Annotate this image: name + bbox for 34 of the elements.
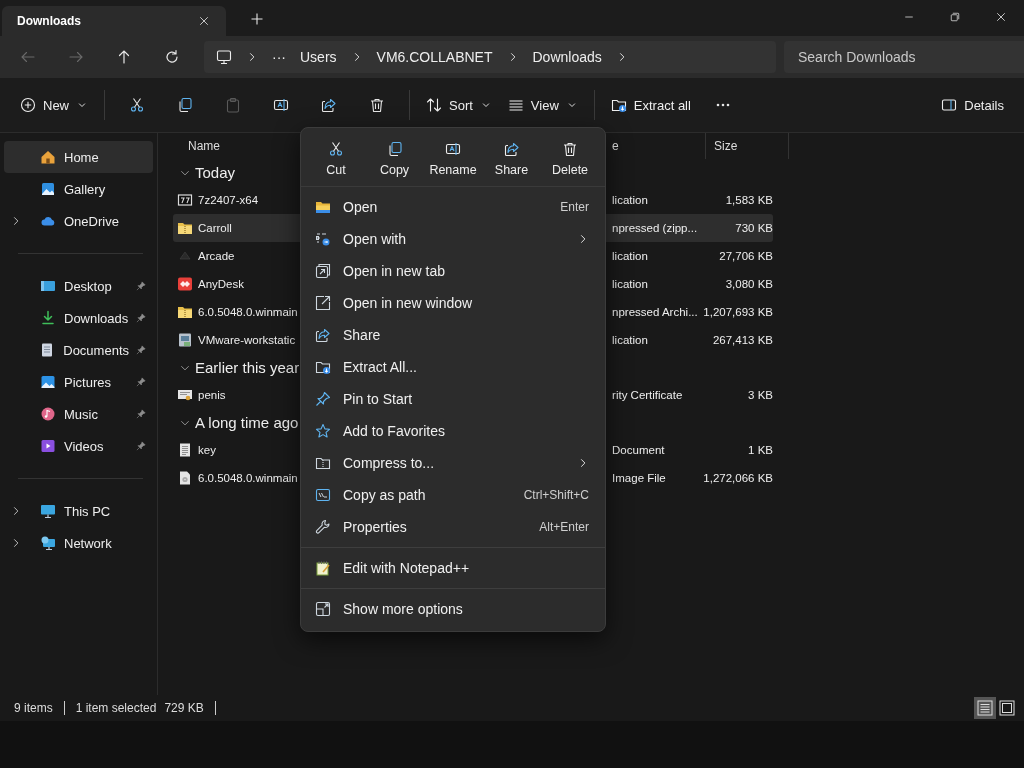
file-name: Carroll — [198, 222, 233, 234]
selection-size: 729 KB — [164, 701, 205, 715]
file-type: lication — [612, 250, 649, 262]
file-type: npressed (zipp... — [612, 222, 699, 234]
file-size: 1,583 KB — [724, 194, 773, 206]
file-type: rity Certificate — [612, 389, 684, 401]
file-type: lication — [612, 334, 649, 346]
item-count: 9 items — [14, 701, 54, 715]
file-type: Image File — [612, 472, 667, 484]
tab-title: Downloads — [17, 14, 82, 28]
file-type: npressed Archi... — [612, 306, 699, 318]
file-name: penis — [198, 389, 227, 401]
file-name: Arcade — [198, 250, 236, 262]
file-name: AnyDesk — [198, 278, 246, 290]
shortcut-label: Ctrl+Shift+C — [523, 488, 589, 502]
file-type: lication — [612, 194, 649, 206]
file-size: 27,706 KB — [718, 250, 773, 262]
file-size: 1,207,693 KB — [702, 306, 773, 318]
file-type: lication — [612, 278, 649, 290]
file-size: 267,413 KB — [711, 334, 773, 346]
file-size: 3 KB — [747, 389, 773, 401]
file-name: 6.0.5048.0.winmain — [198, 306, 299, 318]
file-name: 6.0.5048.0.winmain — [198, 472, 299, 484]
file-size: 1 KB — [747, 444, 773, 456]
shortcut-label: Enter — [560, 200, 589, 214]
file-type: Document — [612, 444, 666, 456]
file-size: 730 KB — [734, 222, 773, 234]
file-name: VMware-workstatic — [198, 334, 297, 346]
shortcut-label: Alt+Enter — [539, 520, 589, 534]
file-size: 3,080 KB — [724, 278, 773, 290]
file-size: 1,272,066 KB — [702, 472, 773, 484]
file-name: key — [198, 444, 217, 456]
file-name: 7z2407-x64 — [198, 194, 260, 206]
selection-info: 1 item selected — [75, 701, 158, 715]
